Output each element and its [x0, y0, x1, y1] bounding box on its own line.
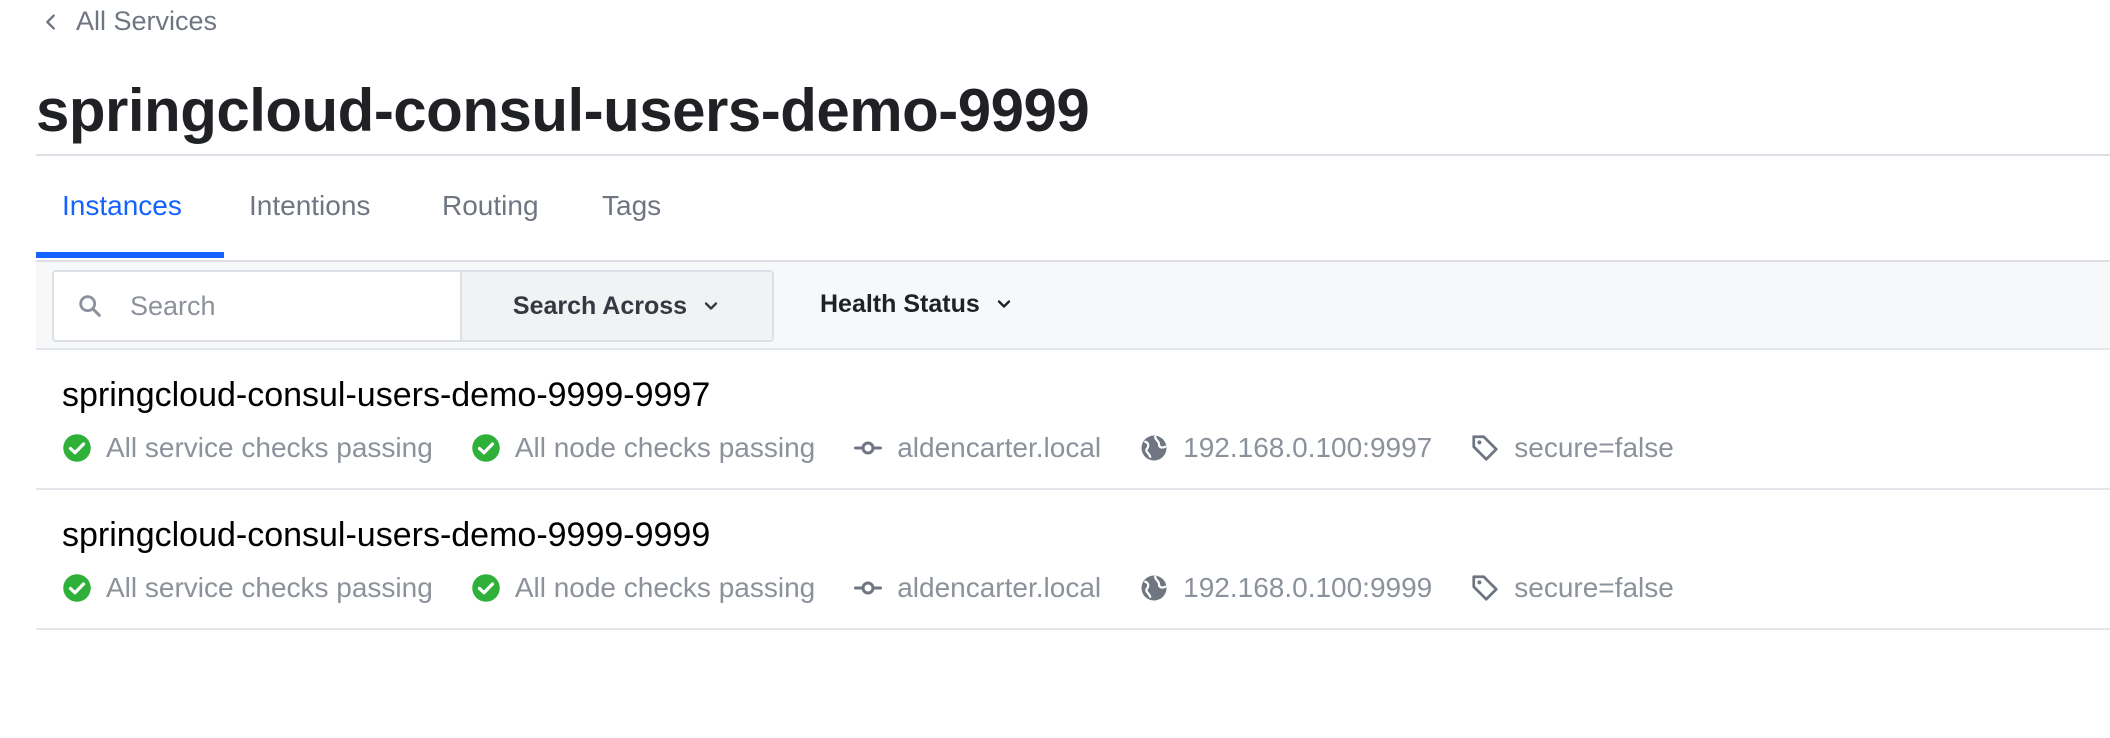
node-name: aldencarter.local: [897, 432, 1102, 463]
tab-instances[interactable]: Instances: [62, 190, 182, 222]
node-checks-status: All node checks passing: [471, 572, 815, 604]
search-across-label: Search Across: [512, 291, 688, 320]
list-item[interactable]: springcloud-consul-users-demo-9999-9999 …: [36, 490, 2110, 630]
git-commit-icon: [854, 441, 883, 455]
address-label: 192.168.0.100:9997: [1183, 432, 1433, 463]
chevron-left-icon: [46, 13, 55, 30]
instance-address: 192.168.0.100:9999: [1139, 572, 1432, 604]
tag-label: secure=false: [1514, 572, 1674, 603]
instance-tag: secure=false: [1470, 572, 1674, 604]
globe-icon: [1141, 575, 1167, 601]
node-checks-status: All node checks passing: [471, 432, 815, 464]
service-checks-label: All service checks passing: [106, 572, 433, 603]
chevron-down-icon: [704, 302, 718, 310]
chevron-down-icon: [997, 300, 1010, 308]
service-checks-status: All service checks passing: [62, 432, 433, 464]
tab-tags[interactable]: Tags: [602, 190, 661, 222]
check-circle-icon: [472, 574, 500, 602]
node-checks-label: All node checks passing: [514, 572, 816, 603]
address-label: 192.168.0.100:9999: [1183, 572, 1433, 603]
search-input[interactable]: [128, 289, 432, 323]
instance-meta: All service checks passing All node chec…: [62, 428, 1712, 468]
list-item[interactable]: springcloud-consul-users-demo-9999-9997 …: [36, 350, 2110, 490]
globe-icon: [1141, 435, 1167, 461]
node-checks-label: All node checks passing: [514, 432, 816, 463]
instance-name[interactable]: springcloud-consul-users-demo-9999-9999: [62, 516, 710, 555]
active-tab-indicator: [36, 252, 224, 258]
instance-tag: secure=false: [1470, 432, 1674, 464]
breadcrumb-all-services-link[interactable]: All Services: [76, 6, 217, 37]
service-checks-label: All service checks passing: [106, 432, 433, 463]
check-circle-icon: [63, 434, 91, 462]
search-icon: [79, 295, 101, 317]
health-status-dropdown[interactable]: Health Status: [820, 270, 1014, 338]
filter-bar: Search Across Health Status: [36, 262, 2110, 350]
instance-address: 192.168.0.100:9997: [1139, 432, 1432, 464]
check-circle-icon: [63, 574, 91, 602]
instance-meta: All service checks passing All node chec…: [62, 568, 1712, 608]
tab-bar: Instances Intentions Routing Tags: [36, 156, 2110, 262]
node-name: aldencarter.local: [897, 572, 1102, 603]
tag-icon: [1472, 575, 1498, 601]
tag-icon: [1472, 435, 1498, 461]
service-checks-status: All service checks passing: [62, 572, 433, 604]
health-status-label: Health Status: [820, 289, 980, 318]
tab-routing[interactable]: Routing: [442, 190, 539, 222]
node-link[interactable]: aldencarter.local: [853, 572, 1101, 604]
tab-intentions[interactable]: Intentions: [249, 190, 370, 222]
node-link[interactable]: aldencarter.local: [853, 432, 1101, 464]
git-commit-icon: [854, 581, 883, 595]
check-circle-icon: [472, 434, 500, 462]
page-title: springcloud-consul-users-demo-9999: [36, 77, 1090, 144]
breadcrumb[interactable]: All Services: [40, 6, 217, 37]
instance-name[interactable]: springcloud-consul-users-demo-9999-9997: [62, 376, 710, 415]
search-across-dropdown[interactable]: Search Across: [460, 270, 774, 342]
search-box: [52, 270, 462, 342]
tag-label: secure=false: [1514, 432, 1674, 463]
